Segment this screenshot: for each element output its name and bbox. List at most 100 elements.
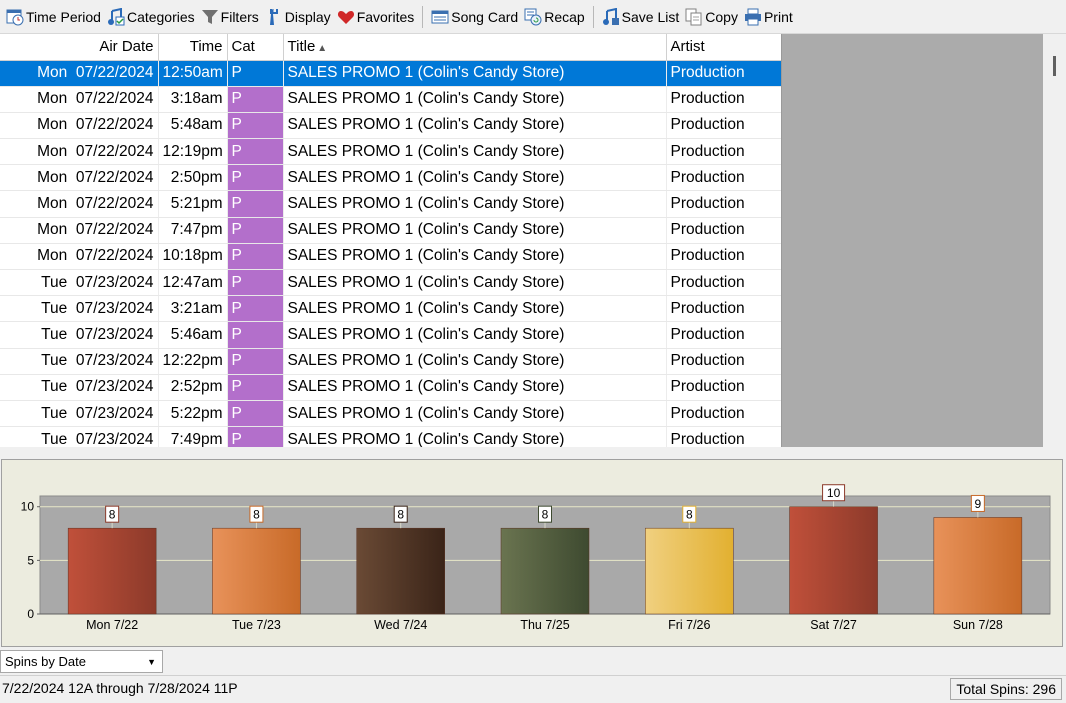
date-text: 07/23/2024 bbox=[75, 352, 154, 370]
spins-grid[interactable]: Air Date Time Cat Title ▲ Artist Mon 07/2… bbox=[0, 34, 782, 447]
display-button[interactable]: Display bbox=[263, 3, 333, 31]
x-tick-label: Tue 7/23 bbox=[232, 618, 281, 632]
data-label: 10 bbox=[827, 486, 841, 500]
air-date-cell: Tue 07/23/2024 bbox=[0, 321, 159, 349]
day-text: Mon bbox=[37, 116, 68, 134]
time-cell: 7:47pm bbox=[158, 217, 228, 244]
time-cell: 10:18pm bbox=[158, 243, 228, 271]
data-label: 8 bbox=[253, 508, 260, 522]
title-cell: SALES PROMO 1 (Colin's Candy Store) bbox=[283, 400, 667, 428]
table-row[interactable]: Mon 07/22/2024 12:50am P SALES PROMO 1 (Col… bbox=[0, 60, 781, 87]
table-row[interactable]: Tue 07/23/2024 12:22pm P SALES PROMO 1 (Col… bbox=[0, 348, 781, 375]
y-tick-label: 10 bbox=[21, 500, 35, 514]
time-cell: 7:49pm bbox=[158, 426, 228, 447]
category-cell: P bbox=[227, 400, 284, 428]
x-tick-label: Sat 7/27 bbox=[810, 618, 857, 632]
copy-button[interactable]: Copy bbox=[683, 3, 740, 31]
date-text: 07/22/2024 bbox=[75, 116, 154, 134]
artist-cell: Production bbox=[666, 321, 781, 349]
favorites-button[interactable]: Favorites bbox=[335, 3, 417, 31]
bar bbox=[645, 527, 734, 615]
y-tick-label: 0 bbox=[27, 607, 34, 621]
date-text: 07/22/2024 bbox=[75, 90, 154, 108]
artist-cell: Production bbox=[666, 86, 781, 113]
recap-button[interactable]: Recap bbox=[522, 3, 586, 31]
table-row[interactable]: Tue 07/23/2024 12:47am P SALES PROMO 1 (Col… bbox=[0, 269, 781, 297]
song-card-button[interactable]: Song Card bbox=[429, 3, 520, 31]
table-row[interactable]: Mon 07/22/2024 7:47pm P SALES PROMO 1 (Coli… bbox=[0, 217, 781, 244]
air-date-cell: Mon 07/22/2024 bbox=[0, 190, 159, 218]
date-text: 07/23/2024 bbox=[75, 273, 154, 291]
scrollbar-thumb[interactable] bbox=[1053, 56, 1056, 76]
column-header-artist[interactable]: Artist bbox=[666, 34, 781, 61]
table-row[interactable]: Mon 07/22/2024 5:21pm P SALES PROMO 1 (Coli… bbox=[0, 190, 781, 218]
air-date-cell: Mon 07/22/2024 bbox=[0, 60, 159, 87]
table-row[interactable]: Mon 07/22/2024 2:50pm P SALES PROMO 1 (Coli… bbox=[0, 164, 781, 192]
date-text: 07/22/2024 bbox=[75, 64, 154, 82]
table-row[interactable]: Tue 07/23/2024 3:21am P SALES PROMO 1 (Coli… bbox=[0, 295, 781, 323]
category-cell: P bbox=[227, 164, 284, 192]
title-cell: SALES PROMO 1 (Colin's Candy Store) bbox=[283, 217, 667, 244]
bar bbox=[500, 527, 590, 615]
total-spins-text: Total Spins: 296 bbox=[950, 678, 1062, 700]
category-cell: P bbox=[227, 60, 284, 87]
column-header-cat[interactable]: Cat bbox=[227, 34, 284, 61]
day-text: Tue bbox=[41, 378, 68, 396]
spins-by-date-chart: 0 5 10 8 Mon 7/22 8 Tue 7/23 8 Wed 7/24 8 Thu 7/25… bbox=[21, 484, 1051, 632]
column-header-air-date[interactable]: Air Date bbox=[0, 34, 159, 61]
time-cell: 12:19pm bbox=[158, 138, 228, 166]
date-text: 07/23/2024 bbox=[75, 325, 154, 343]
song-card-label: Song Card bbox=[451, 8, 519, 25]
air-date-cell: Mon 07/22/2024 bbox=[0, 138, 159, 166]
time-cell: 12:50am bbox=[158, 60, 228, 87]
date-text: 07/23/2024 bbox=[75, 430, 154, 447]
category-cell: P bbox=[227, 138, 284, 166]
column-header-title[interactable]: Title ▲ bbox=[283, 34, 667, 61]
favorites-label: Favorites bbox=[356, 8, 415, 25]
table-row[interactable]: Tue 07/23/2024 7:49pm P SALES PROMO 1 (Coli… bbox=[0, 426, 781, 447]
print-button[interactable]: Print bbox=[742, 3, 795, 31]
vertical-scrollbar[interactable] bbox=[1043, 34, 1066, 447]
time-cell: 3:18am bbox=[158, 86, 228, 113]
heart-icon bbox=[337, 8, 355, 26]
bar bbox=[212, 527, 301, 615]
title-cell: SALES PROMO 1 (Colin's Candy Store) bbox=[283, 190, 667, 218]
table-row[interactable]: Tue 07/23/2024 5:22pm P SALES PROMO 1 (Coli… bbox=[0, 400, 781, 428]
filters-button[interactable]: Filters bbox=[199, 3, 261, 31]
card-icon bbox=[431, 8, 449, 26]
table-row[interactable]: Mon 07/22/2024 5:48am P SALES PROMO 1 (Coli… bbox=[0, 112, 781, 140]
table-row[interactable]: Tue 07/23/2024 2:52pm P SALES PROMO 1 (Coli… bbox=[0, 374, 781, 401]
date-range-text: 7/22/2024 12A through 7/28/2024 11P bbox=[2, 680, 238, 696]
time-cell: 2:52pm bbox=[158, 374, 228, 401]
day-text: Mon bbox=[37, 247, 68, 265]
table-row[interactable]: Mon 07/22/2024 10:18pm P SALES PROMO 1 (Col… bbox=[0, 243, 781, 271]
chart-type-select[interactable]: Spins by Date ▼ bbox=[0, 650, 163, 673]
table-row[interactable]: Mon 07/22/2024 3:18am P SALES PROMO 1 (Coli… bbox=[0, 86, 781, 113]
title-cell: SALES PROMO 1 (Colin's Candy Store) bbox=[283, 321, 667, 349]
artist-cell: Production bbox=[666, 217, 781, 244]
table-row[interactable]: Tue 07/23/2024 5:46am P SALES PROMO 1 (Coli… bbox=[0, 321, 781, 349]
category-cell: P bbox=[227, 426, 284, 447]
music-note-check-icon bbox=[107, 7, 125, 26]
print-label: Print bbox=[763, 8, 793, 25]
copy-label: Copy bbox=[705, 8, 738, 25]
date-text: 07/23/2024 bbox=[75, 299, 154, 317]
day-text: Mon bbox=[37, 64, 68, 82]
save-list-button[interactable]: Save List bbox=[600, 3, 682, 31]
time-period-button[interactable]: Time Period bbox=[4, 3, 103, 31]
artist-cell: Production bbox=[666, 60, 781, 87]
category-cell: P bbox=[227, 190, 284, 218]
date-text: 07/23/2024 bbox=[75, 378, 154, 396]
column-header-time[interactable]: Time bbox=[158, 34, 228, 61]
day-text: Tue bbox=[41, 430, 68, 447]
data-label: 8 bbox=[109, 508, 116, 522]
categories-button[interactable]: Categories bbox=[105, 3, 197, 31]
x-tick-label: Fri 7/26 bbox=[668, 618, 710, 632]
table-row[interactable]: Mon 07/22/2024 12:19pm P SALES PROMO 1 (Col… bbox=[0, 138, 781, 166]
data-label: 9 bbox=[975, 497, 982, 511]
date-text: 07/22/2024 bbox=[75, 221, 154, 239]
copy-icon bbox=[685, 8, 703, 26]
time-cell: 3:21am bbox=[158, 295, 228, 323]
air-date-cell: Tue 07/23/2024 bbox=[0, 269, 159, 297]
day-text: Tue bbox=[41, 273, 68, 291]
